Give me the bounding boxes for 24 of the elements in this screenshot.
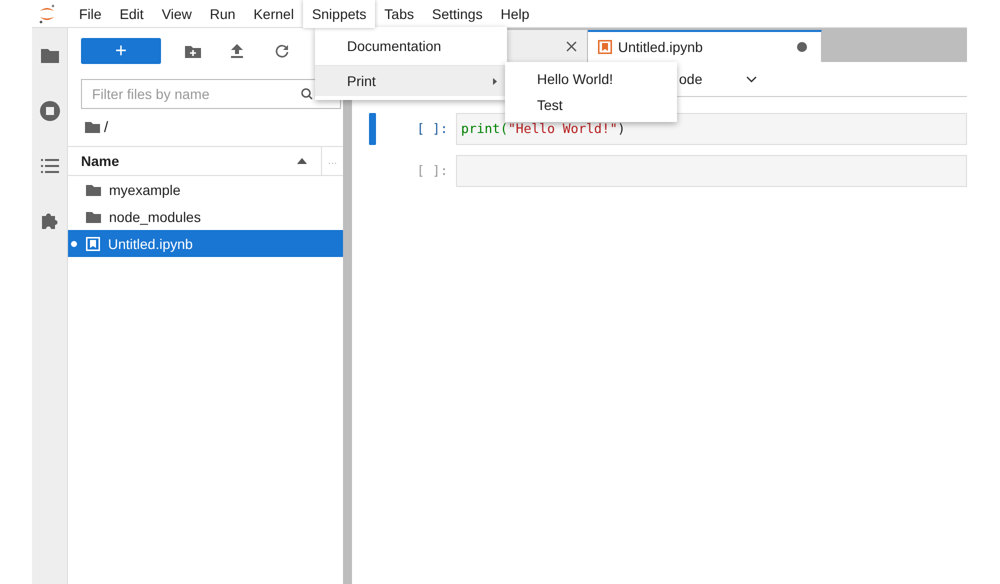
menu-item[interactable]: Hello World! bbox=[505, 66, 677, 92]
new-launcher-button[interactable]: + bbox=[81, 38, 161, 64]
menu-item[interactable]: View bbox=[152, 0, 201, 28]
file-row[interactable]: node_modules bbox=[68, 203, 343, 230]
breadcrumb-path[interactable]: / bbox=[104, 118, 108, 136]
menu-item[interactable]: Documentation bbox=[315, 31, 507, 61]
cell-type-dropdown[interactable]: ode bbox=[679, 71, 758, 87]
menu-item[interactable]: Run bbox=[200, 0, 244, 28]
menu-item[interactable]: Print bbox=[315, 65, 507, 96]
menu-item[interactable]: File bbox=[70, 0, 111, 28]
filter-field[interactable]: Filter files by name bbox=[81, 79, 341, 109]
menu-item[interactable]: Kernel bbox=[244, 0, 303, 28]
column-header[interactable]: Name bbox=[68, 147, 322, 175]
tab[interactable]: Untitled.ipynb bbox=[588, 30, 822, 62]
menu-item[interactable]: Snippets bbox=[302, 0, 376, 28]
file-row[interactable]: myexample bbox=[68, 176, 343, 203]
menu-item[interactable]: Tabs bbox=[375, 0, 423, 28]
menu-item[interactable]: Help bbox=[492, 0, 538, 28]
menu-item[interactable]: Settings bbox=[423, 0, 492, 28]
code-cell-input[interactable]: print("Hello World!") bbox=[456, 113, 967, 145]
file-row[interactable]: Untitled.ipynb bbox=[68, 230, 343, 257]
cell-prompt: [ ]: bbox=[416, 122, 449, 136]
menu-item[interactable]: Edit bbox=[110, 0, 153, 28]
cell-prompt: [ ]: bbox=[416, 164, 449, 178]
